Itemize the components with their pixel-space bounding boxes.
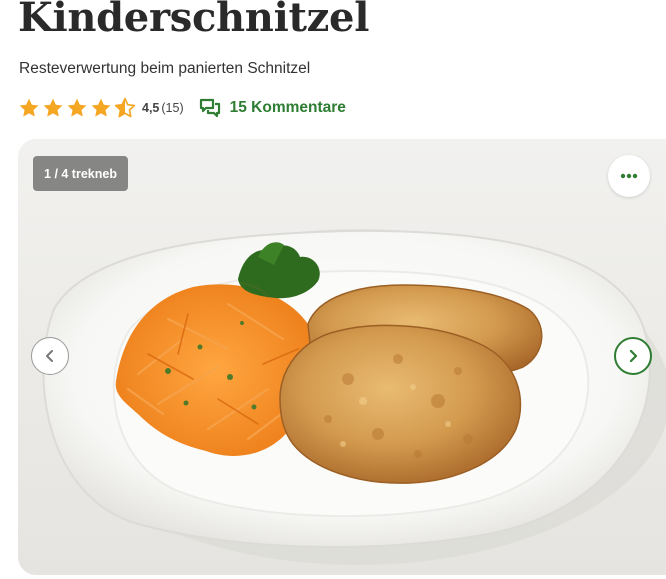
recipe-photo <box>42 229 666 565</box>
chat-bubbles-icon <box>199 98 220 118</box>
star-full-icon <box>43 98 63 117</box>
page-title: Kinderschnitzel <box>18 0 370 41</box>
chevron-left-icon <box>46 350 53 362</box>
comments-label: 15 Kommentare <box>229 99 346 116</box>
star-half-icon <box>114 97 136 118</box>
star-full-icon <box>19 98 39 117</box>
next-image-button[interactable] <box>614 337 652 375</box>
chevron-right-icon <box>629 349 638 363</box>
rating-value: 4,5 <box>142 101 160 115</box>
comments-link[interactable]: 15 Kommentare <box>199 98 346 118</box>
image-counter: 1 / 4 trekneb <box>33 156 128 191</box>
star-rating[interactable] <box>18 97 136 119</box>
star-full-icon <box>91 98 111 117</box>
rating-row: 4,5 (15) 15 Kommentare <box>18 96 346 120</box>
star-full-icon <box>67 98 87 117</box>
image-gallery[interactable]: 1 / 4 trekneb <box>18 139 666 575</box>
previous-image-button[interactable] <box>31 337 69 375</box>
recipe-subtitle: Resteverwertung beim panierten Schnitzel <box>19 60 311 77</box>
more-options-button[interactable] <box>608 155 650 197</box>
rating-count: (15) <box>161 101 184 115</box>
more-horizontal-icon <box>620 173 638 179</box>
